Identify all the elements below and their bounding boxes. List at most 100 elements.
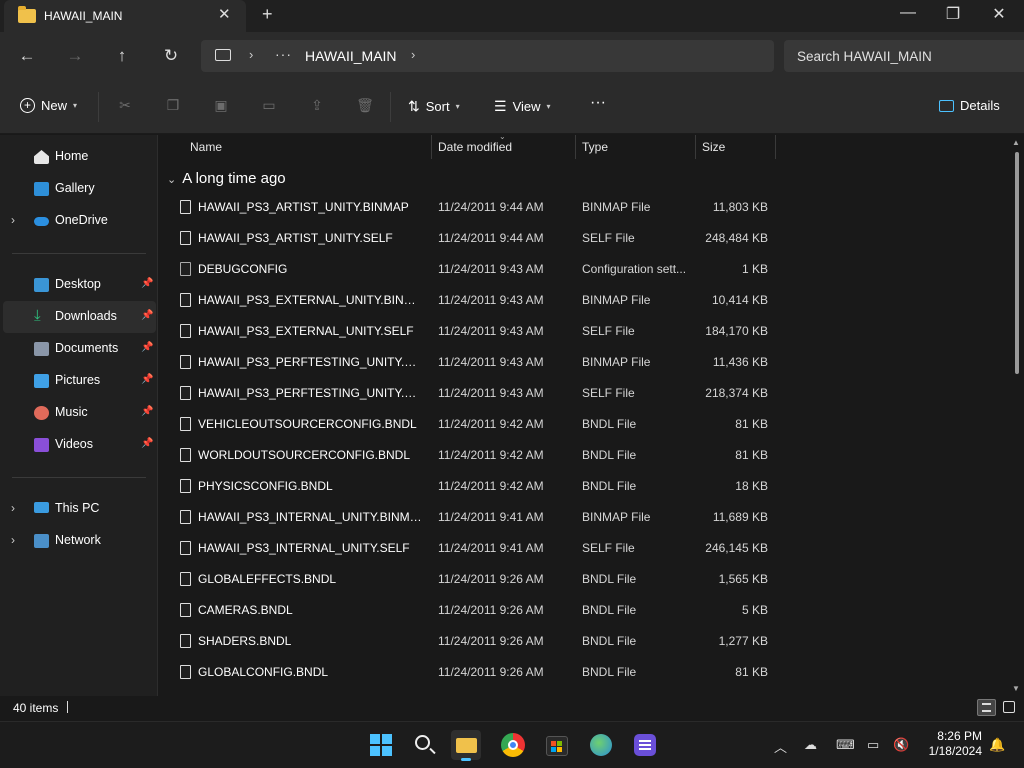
minimize-button[interactable]: — xyxy=(896,4,920,22)
maximize-button[interactable]: ❐ xyxy=(941,4,965,24)
table-row[interactable]: DEBUGCONFIG 11/24/2011 9:43 AM Configurati… xyxy=(169,254,781,285)
cloud-icon xyxy=(34,217,49,226)
column-divider[interactable] xyxy=(575,135,576,159)
file-name: HAWAII_PS3_EXTERNAL_UNITY.SELF xyxy=(198,324,414,338)
file-type: BNDL File xyxy=(582,665,637,679)
paste-icon[interactable]: ▣ xyxy=(212,97,230,115)
store-icon[interactable] xyxy=(542,730,572,760)
close-button[interactable]: ✕ xyxy=(987,4,1011,24)
chevron-right-icon[interactable]: › xyxy=(411,47,415,62)
sidebar-item-label: Desktop xyxy=(55,277,101,291)
notes-icon[interactable] xyxy=(630,730,660,760)
table-row[interactable]: HAWAII_PS3_ARTIST_UNITY.SELF 11/24/2011 9… xyxy=(169,223,781,254)
clock[interactable]: 8:26 PM 1/18/2024 xyxy=(918,729,982,759)
address-field[interactable]: › ··· HAWAII_MAIN › xyxy=(201,40,774,72)
table-row[interactable]: CAMERAS.BNDL 11/24/2011 9:26 AM BNDL File 5… xyxy=(169,595,781,626)
chevron-right-icon[interactable]: › xyxy=(249,47,253,62)
details-view-button[interactable] xyxy=(977,699,996,716)
more-options-button[interactable]: ··· xyxy=(590,94,606,112)
up-button[interactable]: ↑ xyxy=(110,44,134,68)
table-row[interactable]: HAWAII_PS3_ARTIST_UNITY.BINMAP 11/24/2011… xyxy=(169,192,781,223)
file-icon xyxy=(180,603,191,617)
file-type: BNDL File xyxy=(582,479,637,493)
file-date: 11/24/2011 9:42 AM xyxy=(438,448,544,462)
search-icon[interactable] xyxy=(410,730,440,760)
more-crumbs-button[interactable]: ··· xyxy=(275,46,292,62)
file-icon xyxy=(180,541,191,555)
table-row[interactable]: HAWAII_PS3_PERFTESTING_UNITY.BINM... 11/2… xyxy=(169,347,781,378)
search-input[interactable]: Search HAWAII_MAIN xyxy=(784,40,1024,72)
tab-title: HAWAII_MAIN xyxy=(44,9,123,23)
table-row[interactable]: HAWAII_PS3_EXTERNAL_UNITY.BINMAP 11/24/20… xyxy=(169,285,781,316)
scroll-up-arrow-icon[interactable]: ▲ xyxy=(1012,138,1020,147)
file-date: 11/24/2011 9:42 AM xyxy=(438,417,544,431)
sidebar-item-desktop[interactable]: Desktop 📌 xyxy=(0,269,158,301)
breadcrumb[interactable]: HAWAII_MAIN xyxy=(305,48,397,64)
tab-close-icon[interactable]: ✕ xyxy=(218,5,231,23)
delete-icon[interactable]: 🗑 xyxy=(356,97,374,115)
refresh-button[interactable]: ↻ xyxy=(159,44,183,68)
table-row[interactable]: VEHICLEOUTSOURCERCONFIG.BNDL 11/24/2011 9… xyxy=(169,409,781,440)
sidebar-item-videos[interactable]: Videos 📌 xyxy=(0,429,158,461)
sidebar-item-documents[interactable]: Documents 📌 xyxy=(0,333,158,365)
notification-bell-icon[interactable]: 🔔 xyxy=(989,737,1005,753)
table-row[interactable]: GLOBALEFFECTS.BNDL 11/24/2011 9:26 AM BNDL… xyxy=(169,564,781,595)
column-divider[interactable] xyxy=(775,135,776,159)
group-label: A long time ago xyxy=(182,170,286,187)
file-name: GLOBALCONFIG.BNDL xyxy=(198,665,329,679)
tiles-view-button[interactable] xyxy=(999,699,1018,716)
share-icon[interactable]: ⇪ xyxy=(308,97,326,115)
details-button[interactable]: Details xyxy=(939,98,1000,113)
sidebar-item-downloads[interactable]: ⤓ Downloads 📌 xyxy=(3,301,156,333)
pin-icon: 📌 xyxy=(141,310,154,321)
rename-icon[interactable]: ▭ xyxy=(260,97,278,115)
column-divider[interactable] xyxy=(431,135,432,159)
chevron-right-icon[interactable]: › xyxy=(11,501,15,515)
vertical-scrollbar[interactable]: ▲ ▼ xyxy=(1012,138,1022,694)
scrollbar-thumb[interactable] xyxy=(1015,152,1019,374)
table-row[interactable]: GLOBALCONFIG.BNDL 11/24/2011 9:26 AM BNDL … xyxy=(169,657,781,688)
sidebar-item-pictures[interactable]: Pictures 📌 xyxy=(0,365,158,397)
file-explorer-icon[interactable] xyxy=(451,730,481,761)
sidebar-item-this-pc[interactable]: › This PC xyxy=(0,493,158,525)
window-tab[interactable]: HAWAII_MAIN ✕ xyxy=(4,0,246,32)
table-row[interactable]: PHYSICSCONFIG.BNDL 11/24/2011 9:42 AM BNDL… xyxy=(169,471,781,502)
scroll-down-arrow-icon[interactable]: ▼ xyxy=(1012,684,1020,693)
table-row[interactable]: HAWAII_PS3_PERFTESTING_UNITY.SELF 11/24/2… xyxy=(169,378,781,409)
sidebar-item-onedrive[interactable]: › OneDrive xyxy=(0,205,158,237)
chevron-right-icon[interactable]: › xyxy=(11,533,15,547)
chevron-right-icon[interactable]: › xyxy=(11,213,15,227)
keyboard-icon[interactable]: ⌨ xyxy=(836,737,855,753)
show-hidden-icons-button[interactable]: ︿ xyxy=(774,737,787,756)
display-icon[interactable]: ▭ xyxy=(867,737,879,753)
table-row[interactable]: HAWAII_PS3_INTERNAL_UNITY.BINMAP 11/24/20… xyxy=(169,502,781,533)
chrome-icon[interactable] xyxy=(498,730,528,760)
sidebar-item-gallery[interactable]: Gallery xyxy=(0,173,158,205)
forward-button[interactable]: → xyxy=(63,44,87,68)
back-button[interactable]: ← xyxy=(15,44,39,68)
sidebar-item-music[interactable]: Music 📌 xyxy=(0,397,158,429)
column-divider[interactable] xyxy=(695,135,696,159)
new-button[interactable]: + New ▾ xyxy=(20,98,77,113)
copy-icon[interactable]: ❐ xyxy=(164,97,182,115)
start-icon[interactable] xyxy=(366,730,396,760)
column-date-header[interactable]: Date modified xyxy=(438,140,512,154)
table-row[interactable]: HAWAII_PS3_EXTERNAL_UNITY.SELF 11/24/2011… xyxy=(169,316,781,347)
sort-button[interactable]: ⇅ Sort ▾ xyxy=(408,98,460,115)
volume-muted-icon[interactable]: 🔇 xyxy=(893,737,909,753)
onedrive-tray-icon[interactable]: ☁ xyxy=(804,737,817,753)
table-row[interactable]: HAWAII_PS3_INTERNAL_UNITY.SELF 11/24/2011… xyxy=(169,533,781,564)
table-row[interactable]: SHADERS.BNDL 11/24/2011 9:26 AM BNDL File 1… xyxy=(169,626,781,657)
table-row[interactable]: WORLDOUTSOURCERCONFIG.BNDL 11/24/2011 9:4… xyxy=(169,440,781,471)
view-button[interactable]: ☰ View ▾ xyxy=(494,98,551,115)
sidebar-item-home[interactable]: Home xyxy=(0,141,158,173)
column-type-header[interactable]: Type xyxy=(582,140,608,154)
new-tab-button[interactable]: + xyxy=(262,4,273,25)
maps-icon[interactable] xyxy=(586,730,616,760)
cut-icon[interactable]: ✂ xyxy=(116,97,134,115)
column-size-header[interactable]: Size xyxy=(702,140,725,154)
file-date: 11/24/2011 9:26 AM xyxy=(438,665,544,679)
sidebar-item-network[interactable]: › Network xyxy=(0,525,158,557)
column-name-header[interactable]: Name xyxy=(190,140,222,154)
group-header[interactable]: ⌄ A long time ago xyxy=(167,170,286,187)
